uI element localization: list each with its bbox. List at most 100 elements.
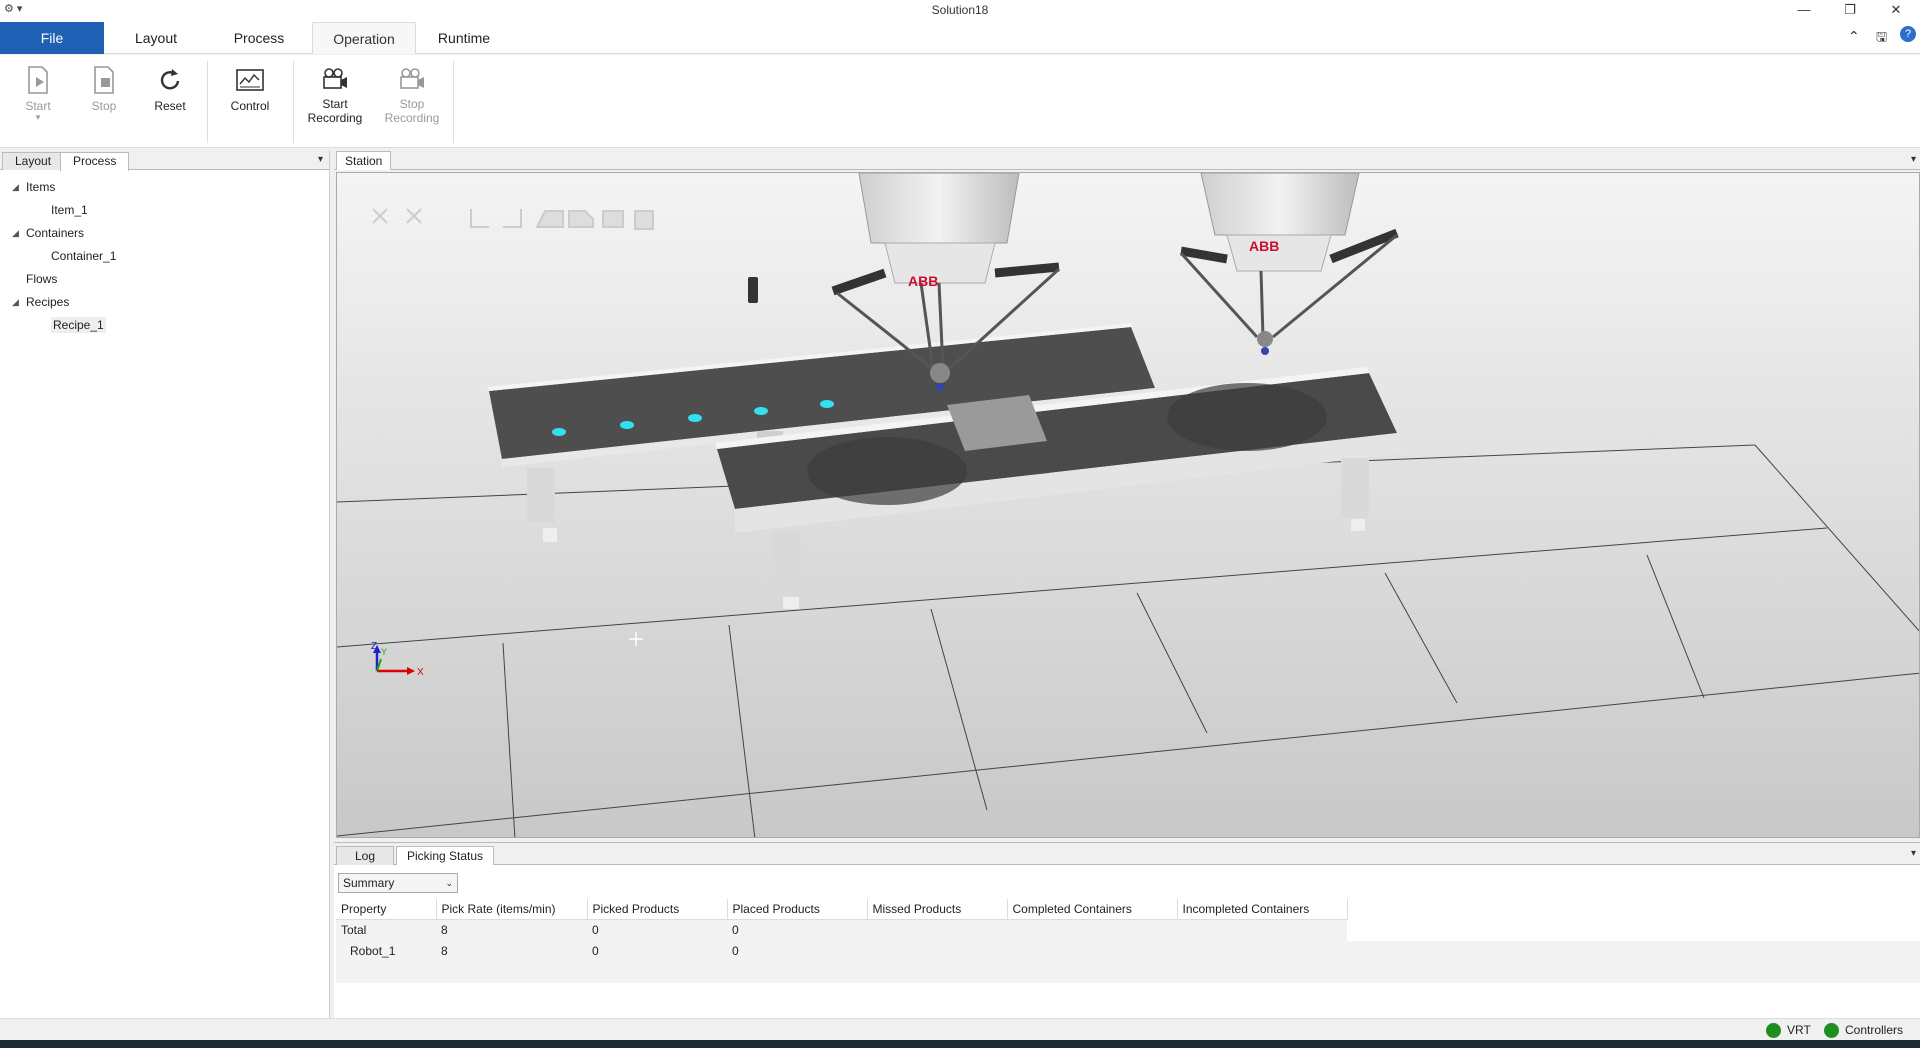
table-row[interactable]: Robot_1 8 0 0	[336, 940, 1347, 961]
axis-z-label: Z	[371, 641, 377, 652]
ribbon-tab-bar: File Layout Process Operation Runtime ⌃ …	[0, 20, 1920, 54]
tree-node-flows[interactable]: Flows	[0, 268, 329, 291]
chevron-down-icon: ⌄	[445, 878, 453, 888]
help-icon[interactable]: ?	[1900, 26, 1916, 42]
stop-label: Stop	[91, 99, 117, 113]
status-indicator-icon	[1824, 1023, 1839, 1039]
cell-picked: 0	[587, 919, 727, 940]
tab-process-browser[interactable]: Process	[60, 152, 130, 171]
save-icon[interactable]: 🖫	[1876, 28, 1887, 50]
collapse-ribbon-icon[interactable]: ⌃	[1848, 28, 1860, 45]
cell-placed: 0	[727, 919, 867, 940]
summary-select-value: Summary	[343, 876, 395, 890]
tab-process[interactable]: Process	[214, 22, 304, 54]
controllers-label: Controllers	[1845, 1023, 1904, 1037]
tree-node-label: Container_1	[51, 249, 117, 263]
summary-select[interactable]: Summary ⌄	[338, 873, 458, 893]
reset-button[interactable]: Reset	[140, 65, 200, 113]
tree-node-item-1[interactable]: Item_1	[0, 199, 329, 222]
column-header[interactable]: Placed Products	[727, 899, 868, 920]
axis-y-label: Y	[381, 647, 387, 657]
tree-node-label: Flows	[26, 272, 58, 286]
expand-triangle-icon[interactable]: ◢	[12, 176, 19, 199]
vrt-label: VRT	[1787, 1023, 1811, 1037]
tree-node-label: Recipe_1	[51, 317, 106, 333]
status-bar: VRT Controllers	[0, 1018, 1920, 1040]
tree-node-label: Item_1	[51, 203, 88, 217]
column-header[interactable]: Picked Products	[587, 899, 728, 920]
expand-triangle-icon[interactable]: ◢	[12, 291, 19, 314]
column-header[interactable]: Incompleted Containers	[1177, 899, 1348, 920]
restore-button[interactable]: ❐	[1830, 0, 1870, 20]
panel-menu-icon[interactable]: ▾	[318, 154, 323, 165]
tab-runtime[interactable]: Runtime	[424, 22, 504, 54]
control-label: Control	[230, 99, 270, 113]
tab-layout[interactable]: Layout	[112, 22, 200, 54]
tab-log[interactable]: Log	[336, 846, 395, 865]
stop-icon	[94, 66, 114, 94]
column-header[interactable]: Missed Products	[867, 899, 1008, 920]
ribbon-separator	[293, 61, 294, 143]
cell-missed	[867, 940, 1007, 961]
item-dot	[552, 428, 566, 436]
cell-completed	[1007, 919, 1177, 940]
camera-sensor	[748, 277, 758, 303]
panel-menu-icon[interactable]: ▾	[1911, 154, 1916, 165]
panel-menu-icon[interactable]: ▾	[1911, 848, 1916, 859]
cell-pick-rate: 8	[436, 940, 587, 961]
cell-property: Robot_1	[336, 940, 436, 961]
start-recording-button[interactable]: Start Recording	[305, 65, 365, 125]
column-header[interactable]: Completed Containers	[1007, 899, 1178, 920]
start-label: Start	[25, 99, 51, 113]
vrt-status[interactable]: VRT	[1766, 1022, 1811, 1039]
stop-button[interactable]: Stop	[74, 65, 134, 113]
table-row[interactable]: Total 8 0 0	[336, 919, 1347, 940]
start-dropdown-icon[interactable]: ▾	[8, 113, 68, 122]
start-icon	[28, 66, 48, 94]
scene-background	[337, 173, 1919, 837]
expand-triangle-icon[interactable]: ◢	[12, 222, 19, 245]
column-header[interactable]: Property	[336, 899, 437, 920]
cell-pick-rate: 8	[436, 919, 587, 940]
abb-logo-2: ABB	[1249, 238, 1279, 254]
station-panel: Station ▾ ABB ABB X Z Y	[334, 150, 1920, 838]
camera-stop-icon	[400, 68, 424, 89]
tab-station[interactable]: Station	[336, 151, 392, 170]
station-tab-strip: Station ▾	[334, 150, 1920, 170]
tree-node-recipe-1[interactable]: Recipe_1	[0, 314, 329, 337]
tree-node-container-1[interactable]: Container_1	[0, 245, 329, 268]
close-button[interactable]: ✕	[1876, 0, 1916, 20]
tab-picking-status[interactable]: Picking Status	[396, 846, 495, 865]
3d-viewport[interactable]: ABB ABB X Z Y	[336, 172, 1920, 838]
control-button[interactable]: Control	[220, 65, 280, 113]
start-button[interactable]: Start ▾	[8, 65, 68, 122]
status-indicator-icon	[1766, 1023, 1781, 1039]
cell-completed	[1007, 940, 1177, 961]
tree-node-recipes[interactable]: ◢ Recipes	[0, 291, 329, 314]
item-dot	[688, 414, 702, 422]
output-panel: Log Picking Status ▾ Summary ⌄ Property …	[334, 842, 1920, 1018]
stop-recording-label-1: Stop	[399, 97, 425, 111]
tab-operation[interactable]: Operation	[312, 22, 416, 54]
os-taskbar	[0, 1040, 1920, 1048]
start-recording-label-2: Recording	[307, 111, 363, 125]
station-scene[interactable]: ABB ABB X Z Y	[337, 173, 1920, 838]
cell-incompleted	[1177, 940, 1347, 961]
left-panel-tabs: Layout Process ▾	[0, 150, 329, 171]
tree-node-containers[interactable]: ◢ Containers	[0, 222, 329, 245]
stop-recording-button[interactable]: Stop Recording	[382, 65, 442, 125]
item-dot	[754, 407, 768, 415]
start-recording-label-1: Start	[322, 97, 348, 111]
table-header-row: Property Pick Rate (items/min) Picked Pr…	[336, 899, 1348, 920]
abb-logo-1: ABB	[908, 273, 938, 289]
title-bar: ⚙ ▾ Solution18 — ❐ ✕	[0, 0, 1920, 20]
tab-file[interactable]: File	[0, 22, 104, 54]
cell-incompleted	[1177, 919, 1347, 940]
minimize-button[interactable]: —	[1784, 0, 1824, 20]
tree-node-items[interactable]: ◢ Items	[0, 176, 329, 199]
process-browser-panel: Layout Process ▾ ◢ Items Item_1 ◢ Containe…	[0, 150, 330, 1018]
controllers-status[interactable]: Controllers	[1824, 1022, 1904, 1039]
column-header[interactable]: Pick Rate (items/min)	[436, 899, 588, 920]
tab-layout-browser[interactable]: Layout	[2, 152, 65, 170]
axis-x-label: X	[417, 667, 424, 678]
